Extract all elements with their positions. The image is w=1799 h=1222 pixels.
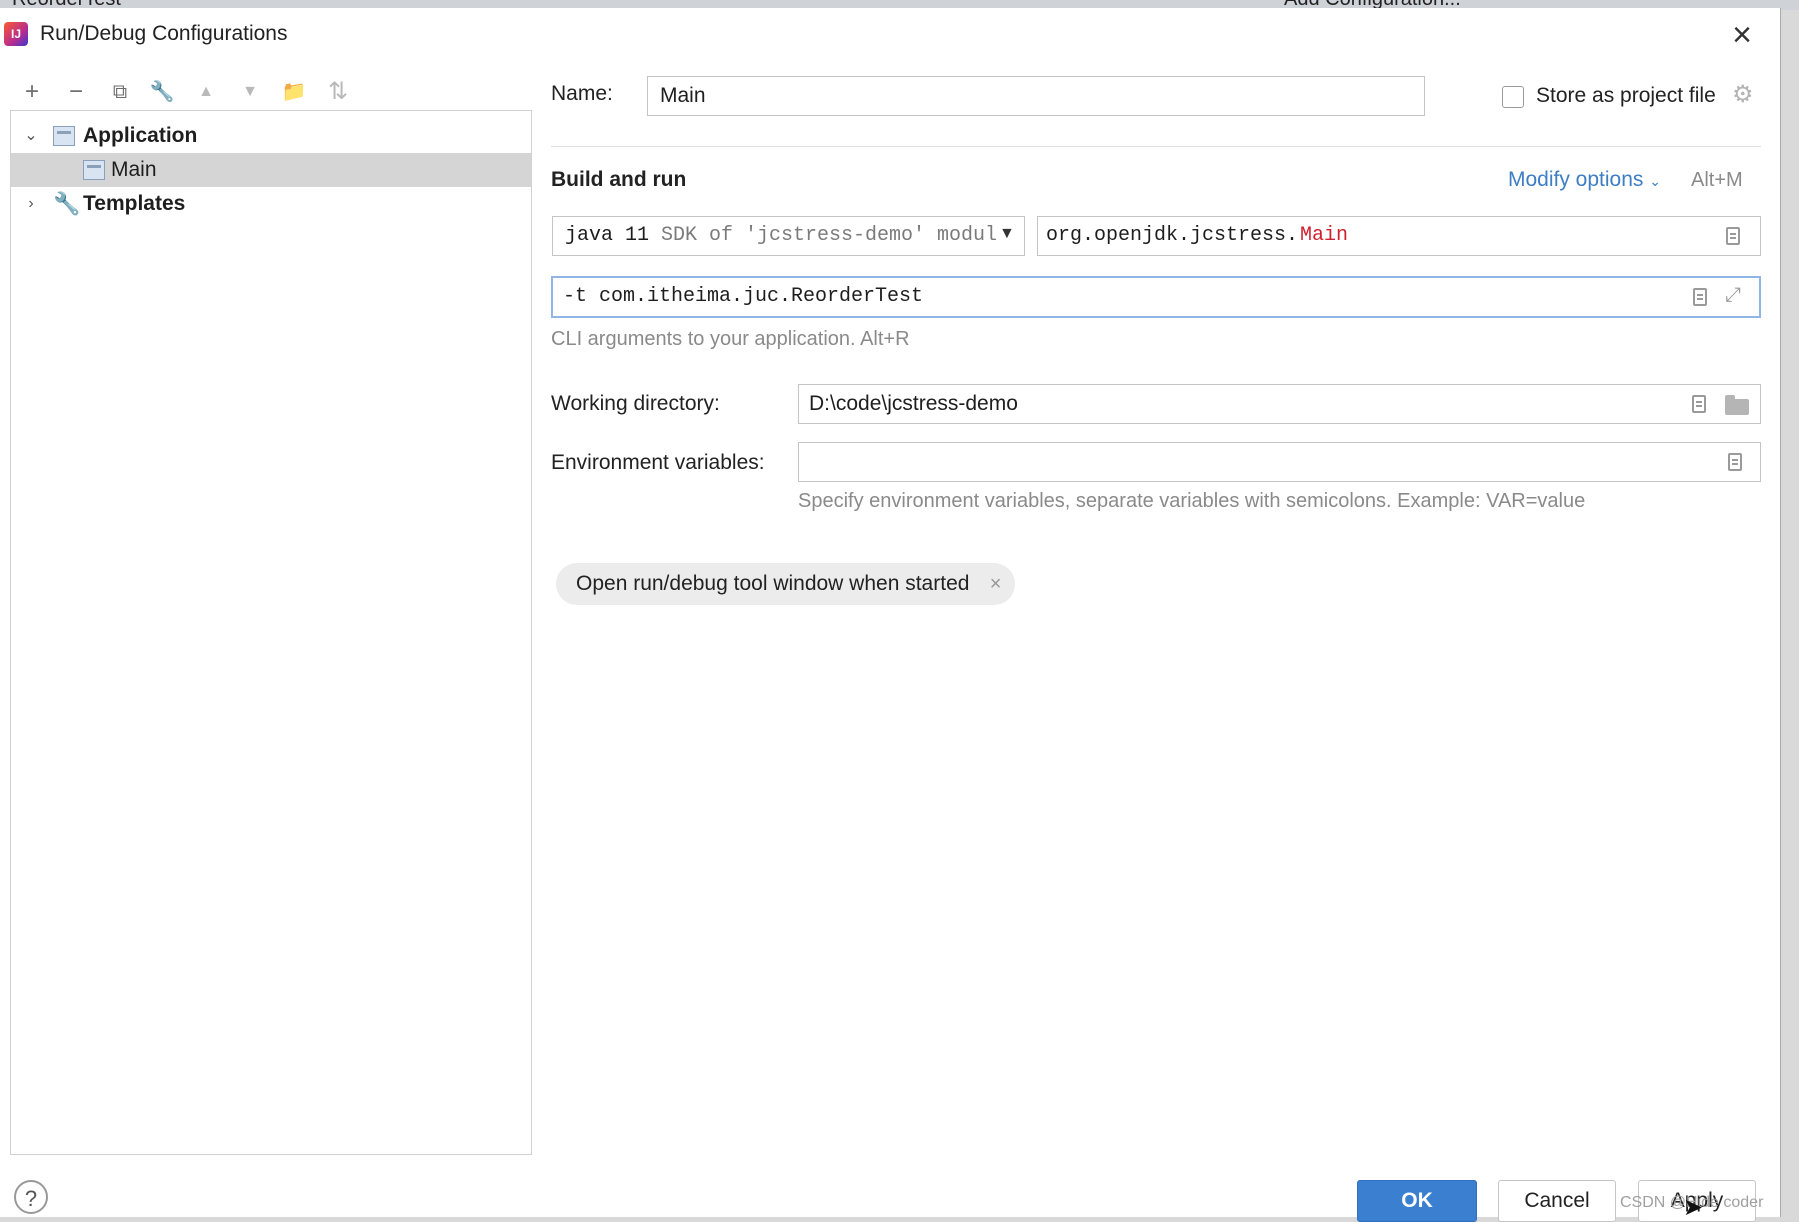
jdk-detail-label: SDK of 'jcstress-demo' modul [661,224,998,247]
move-down-icon[interactable]: ▼ [232,74,268,110]
dropdown-arrow-icon: ▼ [999,225,1015,242]
add-icon[interactable]: + [14,74,50,110]
sort-icon[interactable]: ⇅ [320,74,356,110]
name-field[interactable]: Main [647,76,1425,116]
jdk-java-label: java 11 [565,224,650,247]
name-label: Name: [551,82,613,105]
remove-icon[interactable]: − [58,74,94,110]
modify-options-label: Modify options [1508,168,1644,191]
insert-macro-icon[interactable] [1692,395,1706,413]
program-arguments-hint: CLI arguments to your application. Alt+R [551,328,910,350]
chevron-down-icon[interactable]: ⌄ [21,119,41,153]
intellij-logo-icon: IJ [4,22,28,46]
jdk-select[interactable]: java 11 SDK of 'jcstress-demo' modul ▼ [552,216,1025,256]
divider [551,146,1761,147]
wrench-icon: 🔧 [53,191,81,216]
help-icon[interactable]: ? [14,1180,48,1214]
main-class-field[interactable]: org.openjdk.jcstress. Main [1037,216,1761,256]
insert-macro-icon[interactable] [1693,288,1707,306]
application-config-icon [83,160,105,180]
tree-item-templates[interactable]: › 🔧 Templates [11,187,531,221]
tree-item-label: Templates [83,192,186,215]
working-directory-field[interactable]: D:\code\jcstress-demo [798,384,1761,424]
chevron-right-icon[interactable]: › [21,187,41,221]
tree-item-application[interactable]: ⌄ Application [11,119,531,153]
tree-item-main[interactable]: Main [11,153,531,187]
store-as-project-checkbox[interactable] [1502,86,1524,108]
remove-option-icon[interactable]: × [990,563,1002,605]
gear-icon[interactable]: ⚙ [1732,80,1754,109]
chip-label: Open run/debug tool window when started [576,572,970,595]
working-directory-label: Working directory: [551,392,720,415]
browse-class-icon[interactable] [1726,227,1740,245]
chevron-down-icon: ⌄ [1649,173,1661,189]
environment-variables-hint: Specify environment variables, separate … [798,490,1586,512]
new-folder-icon[interactable]: 📁 [276,74,312,110]
main-class-name: Main [1300,224,1349,247]
copy-icon[interactable]: ⧉ [102,74,138,110]
edit-templates-icon[interactable]: 🔧 [144,74,180,110]
expand-icon[interactable]: ⤢ [1725,284,1741,307]
cancel-button[interactable]: Cancel [1498,1180,1616,1222]
modify-options-shortcut: Alt+M [1691,169,1743,191]
close-icon[interactable]: × [1724,18,1760,54]
ok-button[interactable]: OK [1357,1180,1477,1222]
environment-variables-label: Environment variables: [551,451,765,474]
environment-variables-field[interactable] [798,442,1761,482]
mouse-cursor-icon: ➤ [1683,1194,1704,1221]
main-class-prefix: org.openjdk.jcstress. [1046,224,1299,247]
dialog-titlebar: IJ Run/Debug Configurations × [0,8,1780,60]
config-toolbar: + − ⧉ 🔧 ▲ ▼ 📁 ⇅ [14,74,534,114]
move-up-icon[interactable]: ▲ [188,74,224,110]
open-tool-window-chip[interactable]: Open run/debug tool window when started … [556,563,1016,605]
modify-options-link[interactable]: Modify options ⌄ [1508,168,1661,192]
folder-icon[interactable] [1725,395,1749,415]
tree-item-label: Main [111,158,157,181]
application-icon [53,126,75,146]
section-title: Build and run [551,168,687,191]
tree-item-label: Application [83,124,198,147]
dialog-title: Run/Debug Configurations [40,22,288,45]
program-arguments-field[interactable]: -t com.itheima.juc.ReorderTest ⤢ [551,276,1761,318]
configuration-tree: ⌄ Application Main › 🔧 Templates [10,110,532,1155]
store-as-project-label: Store as project file [1536,84,1716,107]
run-debug-dialog: IJ Run/Debug Configurations × + − ⧉ 🔧 ▲ … [0,8,1781,1222]
edit-env-icon[interactable] [1728,453,1742,471]
